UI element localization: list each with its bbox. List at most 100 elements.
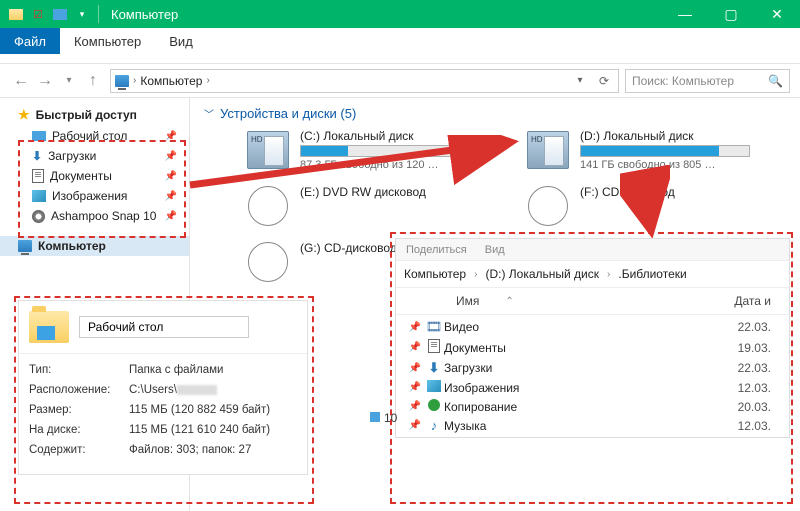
pin-icon: 📌 xyxy=(165,171,183,182)
sidebar-item-pictures[interactable]: Изображения 📌 xyxy=(0,186,189,206)
pin-icon: 📌 xyxy=(165,131,183,142)
sidebar-label: Быстрый доступ xyxy=(36,108,137,122)
library-breadcrumb[interactable]: Компьютер › (D:) Локальный диск › .Библи… xyxy=(396,261,789,288)
col-date[interactable]: Дата и xyxy=(719,294,779,308)
music-icon: ♪ xyxy=(424,418,444,433)
up-button[interactable]: ↑ xyxy=(82,70,104,92)
breadcrumb-segment[interactable]: Компьютер xyxy=(404,267,466,281)
sidebar-computer[interactable]: Компьютер xyxy=(0,236,189,256)
section-title: Устройства и диски (5) xyxy=(220,106,356,121)
sort-indicator-icon: ⌃ xyxy=(505,296,513,307)
breadcrumb[interactable]: › Компьютер › ▾ ⟳ xyxy=(110,69,619,93)
image-icon xyxy=(424,380,444,395)
prop-row-location: Расположение: C:\Users\ xyxy=(29,380,297,400)
download-icon: ⬇ xyxy=(424,360,444,376)
tab-view[interactable]: Вид xyxy=(155,28,207,54)
drive-name: (D:) Локальный диск xyxy=(580,129,764,143)
prop-row-size: Размер: 115 МБ (120 882 459 байт) xyxy=(29,400,297,420)
titlebar: ☑ ▾ Компьютер — ▢ ✕ xyxy=(0,0,800,28)
breadcrumb-segment[interactable]: .Библиотеки xyxy=(618,267,686,281)
computer-icon xyxy=(115,75,129,87)
sidebar-item-documents[interactable]: Документы 📌 xyxy=(0,166,189,186)
video-icon: 🎞 xyxy=(424,319,444,335)
maximize-button[interactable]: ▢ xyxy=(708,0,754,28)
recent-dropdown[interactable]: ▾ xyxy=(58,70,80,92)
list-item[interactable]: 📌♪ Музыка12.03. xyxy=(396,416,789,435)
col-name[interactable]: Имя xyxy=(456,294,479,308)
drive-free-text: 87,3 ГБ свободно из 120 … xyxy=(300,159,484,171)
pin-icon: 📌 xyxy=(165,211,183,222)
library-window: Поделиться Вид Компьютер › (D:) Локальны… xyxy=(395,238,790,438)
prop-row-type: Тип: Папка с файлами xyxy=(29,360,297,380)
cd-icon xyxy=(528,186,568,226)
drive-f[interactable]: (F:) CD-дисковод xyxy=(524,185,764,227)
ashampoo-icon xyxy=(32,210,45,223)
list-item[interactable]: 📌 Копирование20.03. xyxy=(396,397,789,416)
sidebar-item-downloads[interactable]: ⬇ Загрузки 📌 xyxy=(0,146,189,166)
window-title: Компьютер xyxy=(111,7,178,22)
breadcrumb-segment[interactable]: (D:) Локальный диск xyxy=(485,267,599,281)
library-columns: Имя ⌃ Дата и xyxy=(396,288,789,315)
sidebar-label: Компьютер xyxy=(38,239,106,253)
drive-e[interactable]: (E:) DVD RW дисковод xyxy=(244,185,484,227)
prop-row-contains: Содержит: Файлов: 303; папок: 27 xyxy=(29,440,297,460)
list-item[interactable]: 📌⬇ Загрузки22.03. xyxy=(396,358,789,378)
pin-icon: 📌 xyxy=(165,191,183,202)
document-icon xyxy=(424,339,444,356)
sidebar-item-label: Рабочий стол xyxy=(52,129,127,143)
ribbon-tabs: Файл Компьютер Вид xyxy=(0,28,800,54)
checkbox-icon[interactable]: ☑ xyxy=(28,4,48,24)
search-input[interactable]: Поиск: Компьютер 🔍 xyxy=(625,69,790,93)
tab-computer[interactable]: Компьютер xyxy=(60,28,155,54)
minimize-button[interactable]: — xyxy=(662,0,708,28)
breadcrumb-segment[interactable]: Компьютер xyxy=(140,74,202,88)
chevron-down-icon: ﹀ xyxy=(204,106,214,121)
lib-tab-share[interactable]: Поделиться xyxy=(406,244,467,256)
dropdown-icon[interactable]: ▾ xyxy=(570,75,590,86)
lib-tab-view[interactable]: Вид xyxy=(485,244,505,256)
sidebar-item-label: Документы xyxy=(50,169,112,183)
drive-name: (F:) CD-дисковод xyxy=(580,185,764,199)
drive-c[interactable]: (C:) Локальный диск 87,3 ГБ свободно из … xyxy=(244,129,484,171)
pin-icon: 📌 xyxy=(165,151,183,162)
prop-row-ondisk: На диске: 115 МБ (121 610 240 байт) xyxy=(29,420,297,440)
list-item[interactable]: 📌🎞 Видео22.03. xyxy=(396,317,789,337)
drive-free-text: 141 ГБ свободно из 805 … xyxy=(580,159,764,171)
document-icon xyxy=(32,169,44,183)
back-button[interactable]: ← xyxy=(10,70,32,92)
list-item[interactable]: 📌 Изображения12.03. xyxy=(396,378,789,397)
folder-icon[interactable] xyxy=(6,4,26,24)
sidebar-item-label: Ashampoo Snap 10 xyxy=(51,209,156,223)
chevron-right-icon[interactable]: › xyxy=(206,75,209,86)
dot-icon xyxy=(424,399,444,414)
sidebar-item-label: Изображения xyxy=(52,189,127,203)
address-bar: ← → ▾ ↑ › Компьютер › ▾ ⟳ Поиск: Компьют… xyxy=(0,64,800,98)
star-icon: ★ xyxy=(18,107,30,123)
sidebar-item-desktop[interactable]: Рабочий стол 📌 xyxy=(0,126,189,146)
item-count: 10 xyxy=(370,411,397,425)
search-icon: 🔍 xyxy=(768,74,783,88)
drive-name: (C:) Локальный диск xyxy=(300,129,484,143)
refresh-icon[interactable]: ⟳ xyxy=(594,74,614,88)
image-icon xyxy=(32,190,46,202)
computer-icon xyxy=(18,240,32,252)
close-button[interactable]: ✕ xyxy=(754,0,800,28)
picture-icon[interactable] xyxy=(50,4,70,24)
list-item[interactable]: 📌 Документы19.03. xyxy=(396,337,789,358)
forward-button[interactable]: → xyxy=(34,70,56,92)
folder-icon xyxy=(29,311,69,343)
sidebar-item-ashampoo[interactable]: Ashampoo Snap 10 📌 xyxy=(0,206,189,226)
section-header[interactable]: ﹀ Устройства и диски (5) xyxy=(204,106,786,121)
sidebar-item-label: Загрузки xyxy=(48,149,96,163)
sidebar-quick-access[interactable]: ★ Быстрый доступ xyxy=(0,104,189,126)
drive-d[interactable]: (D:) Локальный диск 141 ГБ свободно из 8… xyxy=(524,129,764,171)
cd-icon xyxy=(248,242,288,282)
properties-panel: Тип: Папка с файлами Расположение: C:\Us… xyxy=(18,300,308,475)
tab-file[interactable]: Файл xyxy=(0,28,60,54)
hdd-icon xyxy=(247,131,289,169)
chevron-right-icon[interactable]: › xyxy=(133,75,136,86)
dropdown-icon[interactable]: ▾ xyxy=(72,4,92,24)
drive-name: (E:) DVD RW дисковод xyxy=(300,185,484,199)
folder-name-input[interactable] xyxy=(79,316,249,338)
quick-access-toolbar: ☑ ▾ xyxy=(6,4,92,24)
